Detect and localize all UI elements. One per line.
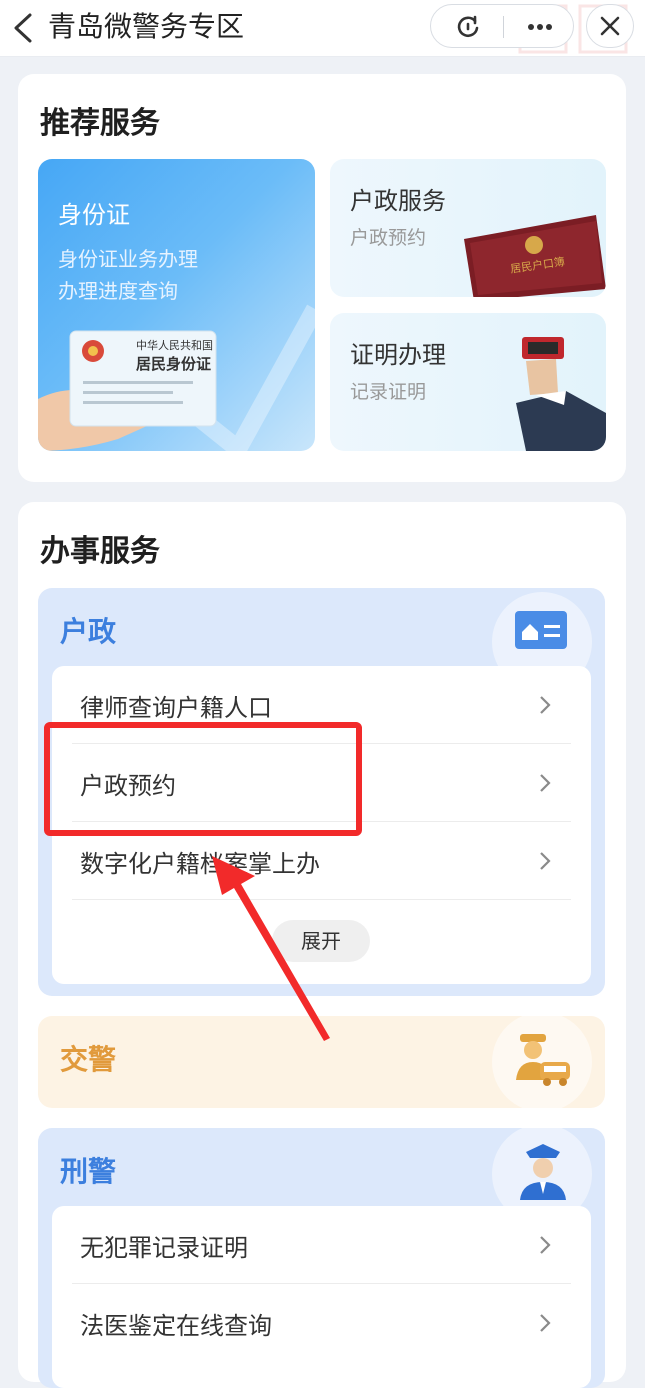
household-service-tile[interactable]: 户政服务 户政预约 居民户口簿 (330, 159, 606, 297)
household-card-icon (515, 611, 567, 649)
card-text: 居民身份证 (136, 355, 212, 373)
recommended-section: 推荐服务 身份证 身份证业务办理 办理进度查询 中华人民共和国 居民身份证 户政… (18, 74, 626, 482)
traffic-police-car-icon (516, 1034, 570, 1086)
services-section: 办事服务 户政 律师查询户籍人口 户政预约 数字化户籍档案掌上办 展开 交警 刑… (18, 502, 626, 1388)
list-item-label: 数字化户籍档案掌上办 (80, 850, 320, 878)
tile-title: 户政服务 (350, 187, 446, 215)
traffic-police-block[interactable]: 交警 (38, 1012, 605, 1112)
more-icon[interactable] (523, 15, 557, 39)
criminal-police-block: 刑警 无犯罪记录证明 法医鉴定在线查询 (38, 1124, 605, 1388)
chevron-right-icon (540, 774, 551, 792)
section-title: 办事服务 (40, 534, 160, 569)
tile-title: 证明办理 (350, 341, 446, 369)
back-arrow-icon[interactable] (10, 12, 38, 44)
annotation-highlight-box (44, 722, 362, 836)
top-bar: 青岛微警务专区 (0, 0, 645, 57)
household-register-book-icon (464, 215, 606, 297)
list-item-label: 律师查询户籍人口 (80, 694, 272, 722)
tile-subtitle: 记录证明 (350, 381, 427, 403)
section-title: 推荐服务 (40, 106, 160, 141)
category-title: 户政 (60, 615, 117, 648)
capsule-divider (503, 16, 504, 38)
close-icon (600, 16, 620, 36)
id-card-illustration (38, 304, 315, 451)
id-card-tile[interactable]: 身份证 身份证业务办理 办理进度查询 中华人民共和国 居民身份证 (38, 159, 315, 451)
police-officer-icon (520, 1144, 566, 1200)
certificate-hand-icon (516, 337, 606, 451)
certificate-service-tile[interactable]: 证明办理 记录证明 (330, 313, 606, 451)
list-item-label: 无犯罪记录证明 (80, 1234, 248, 1262)
card-text: 中华人民共和国 (136, 339, 213, 352)
page-title: 青岛微警务专区 (48, 10, 245, 43)
mini-program-capsule (430, 4, 574, 48)
chevron-right-icon (540, 696, 551, 714)
list-item-label: 法医鉴定在线查询 (80, 1312, 272, 1340)
refresh-icon[interactable] (455, 14, 481, 40)
list-item[interactable]: 法医鉴定在线查询 (52, 1284, 591, 1362)
chevron-right-icon (540, 1236, 551, 1254)
tile-subtitle: 户政预约 (350, 227, 427, 249)
chevron-right-icon (540, 852, 551, 870)
close-button[interactable] (586, 4, 634, 48)
expand-button[interactable]: 展开 (272, 920, 370, 962)
divider (72, 899, 571, 900)
list-item[interactable]: 无犯罪记录证明 (52, 1206, 591, 1284)
category-title: 交警 (60, 1043, 117, 1076)
criminal-service-list: 无犯罪记录证明 法医鉴定在线查询 (52, 1206, 591, 1388)
category-title: 刑警 (60, 1155, 117, 1188)
chevron-right-icon (540, 1314, 551, 1332)
